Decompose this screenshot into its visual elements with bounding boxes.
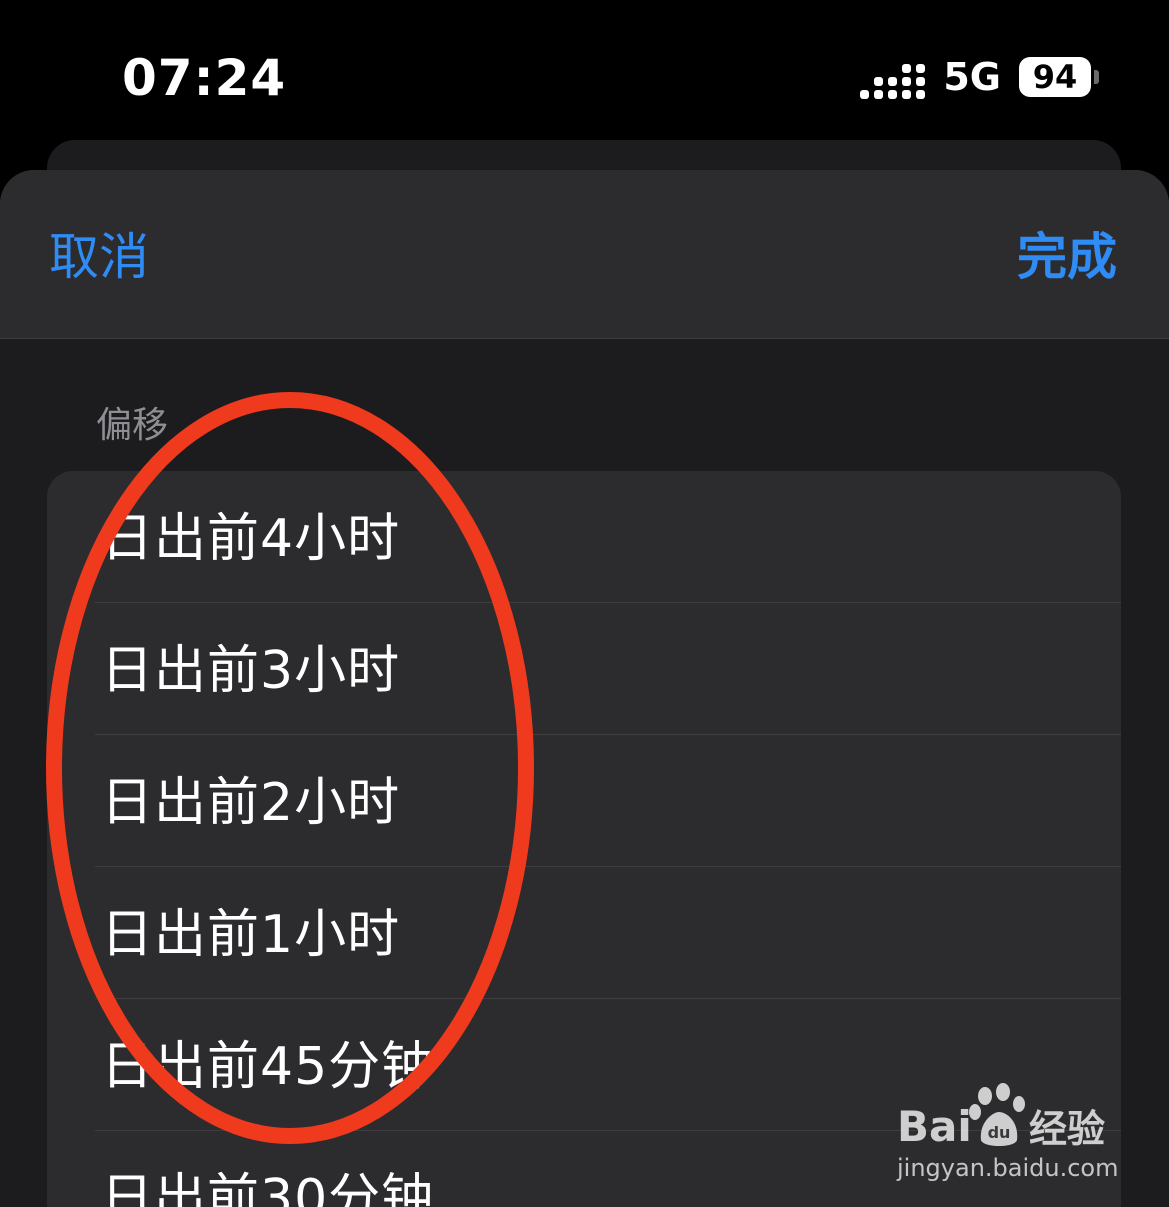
battery-tip [1094, 70, 1099, 84]
list-item[interactable]: 日出前1小时 [47, 867, 1121, 999]
status-time: 07:24 [122, 49, 287, 107]
status-indicators: 5G 94 [860, 52, 1099, 102]
section-label-offset: 偏移 [96, 405, 169, 446]
list-item-label: 日出前3小时 [101, 641, 401, 701]
list-item-label: 日出前1小时 [101, 905, 401, 965]
list-item-label: 日出前30分钟 [101, 1169, 435, 1207]
list-item-label: 日出前2小时 [101, 773, 401, 833]
cancel-button[interactable]: 取消 [49, 222, 149, 292]
done-button[interactable]: 完成 [1017, 222, 1117, 292]
screen: 07:24 5G 94 取消 完成 偏移 日出前4小时 日出前3小时 日出前2小… [0, 0, 1169, 1207]
list-item-label: 日出前45分钟 [101, 1037, 435, 1097]
list-item[interactable]: 日出前3小时 [47, 603, 1121, 735]
list-item[interactable]: 日出前2小时 [47, 735, 1121, 867]
offset-sheet: 取消 完成 偏移 日出前4小时 日出前3小时 日出前2小时 日出前1小时 日出前… [0, 170, 1169, 1207]
battery-icon: 94 [1019, 57, 1099, 97]
list-item[interactable]: 日出前4小时 [47, 471, 1121, 603]
cellular-signal-icon [860, 55, 926, 99]
list-item[interactable]: 日出前30分钟 [47, 1131, 1121, 1207]
battery-level: 94 [1032, 58, 1078, 96]
sheet-header: 取消 完成 [0, 170, 1169, 339]
list-item-label: 日出前4小时 [101, 509, 401, 569]
network-type: 5G [943, 55, 1001, 99]
list-item[interactable]: 日出前45分钟 [47, 999, 1121, 1131]
offset-list: 日出前4小时 日出前3小时 日出前2小时 日出前1小时 日出前45分钟 日出前3… [47, 471, 1121, 1207]
